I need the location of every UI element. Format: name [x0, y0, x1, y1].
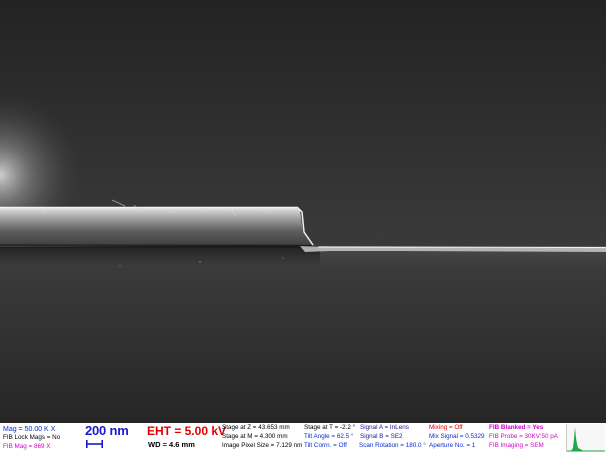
wd-readout: WD = 4.6 mm	[148, 440, 195, 449]
scale-bar-label: 200 nm	[85, 423, 129, 438]
scan-rotation-readout: Scan Rotation = 180.0 °	[359, 442, 426, 449]
fib-lock-mags-readout: FIB Lock Mags = No	[3, 434, 61, 441]
fib-mag-readout: FIB Mag = 869 X	[3, 443, 51, 450]
sem-frame: Mag = 50.00 K X FIB Lock Mags = No FIB M…	[0, 0, 606, 455]
signal-b-readout: Signal B = SE2	[360, 433, 403, 440]
aperture-readout: Aperture No. = 1	[429, 442, 476, 449]
sem-micrograph	[0, 0, 606, 423]
mixing-readout: Mixing = Off	[429, 424, 463, 431]
stage-z-readout: Stage at Z = 43.653 mm	[222, 424, 290, 431]
mix-signal-readout: Mix Signal = 0.5329	[429, 433, 485, 440]
stage-m-readout: Stage at M = 4.300 mm	[222, 433, 288, 440]
fib-imaging-readout: FIB Imaging = SEM	[489, 442, 544, 449]
stage-t-readout: Stage at T = -2.2 °	[304, 424, 356, 431]
mag-readout: Mag = 50.00 K X	[3, 426, 56, 433]
fib-probe-readout: FIB Probe = 30KV:50 pA	[489, 433, 558, 440]
pixel-size-readout: Image Pixel Size = 7.129 nm	[222, 442, 303, 449]
scale-bar	[86, 440, 103, 448]
eht-readout: EHT = 5.00 kV	[147, 424, 227, 438]
tilt-corrn-readout: Tilt Corrn. = Off	[304, 442, 347, 449]
signal-a-readout: Signal A = InLens	[360, 424, 409, 431]
histogram-icon	[566, 424, 605, 452]
fib-blanked-readout: FIB Blanked = Yes	[489, 424, 544, 431]
tilt-angle-readout: Tilt Angle = 62.5 °	[304, 433, 354, 440]
